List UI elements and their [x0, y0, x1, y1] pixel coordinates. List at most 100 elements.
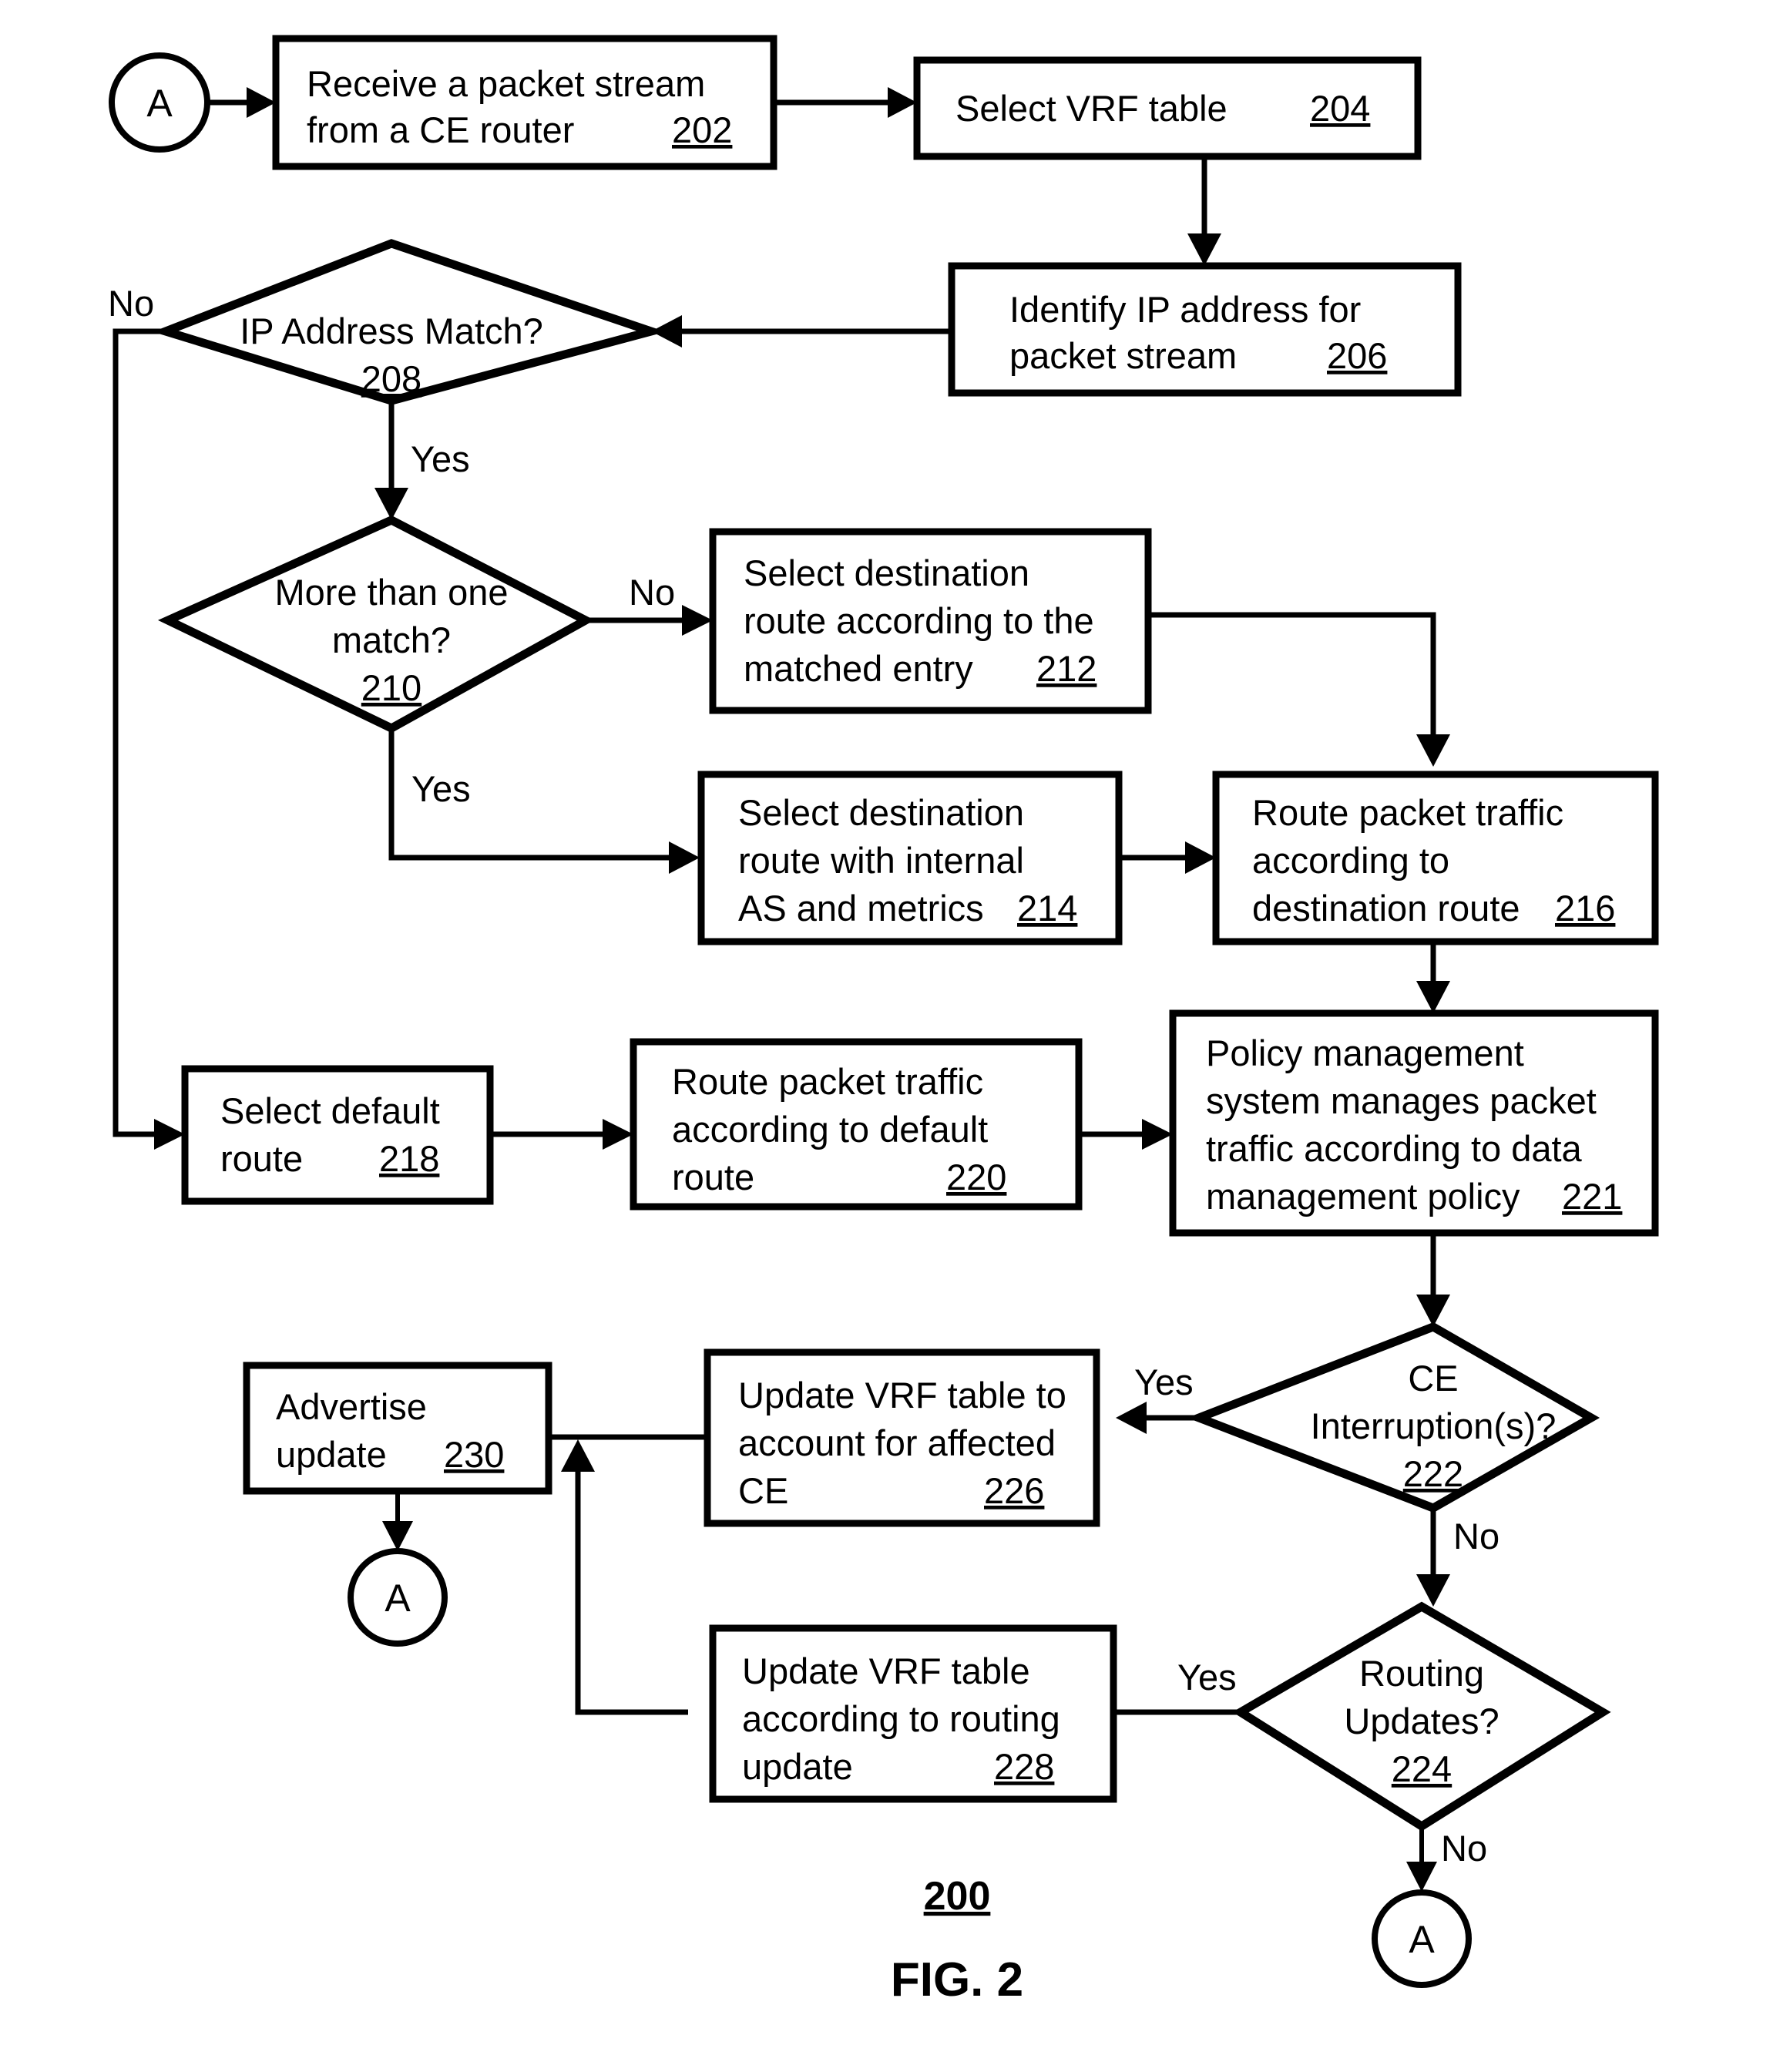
step-228-line2: according to routing [742, 1698, 1060, 1739]
step-218-line1: Select default [220, 1090, 440, 1131]
step-206-line2: packet stream [1009, 335, 1237, 376]
step-214-line1: Select destination [738, 792, 1024, 833]
step-226-line1: Update VRF table to [738, 1375, 1066, 1415]
decision-210-line2: match? [332, 620, 451, 660]
step-216: Route packet traffic according to destin… [1212, 771, 1659, 945]
figure-2-flowchart: A Receive a packet stream from a CE rout… [0, 0, 1790, 2072]
step-221-line1: Policy management [1206, 1033, 1524, 1073]
edge-label-yes-222: Yes [1134, 1362, 1194, 1402]
step-204-line1: Select VRF table [955, 88, 1227, 129]
step-216-line1: Route packet traffic [1252, 792, 1563, 833]
arrowhead-212-to-216 [1416, 734, 1450, 767]
step-230-ref: 230 [444, 1434, 504, 1475]
decision-224-line2: Updates? [1344, 1701, 1499, 1741]
step-221-line3: traffic according to data [1206, 1128, 1583, 1169]
step-202-line1: Receive a packet stream [307, 63, 705, 104]
connector-a-top-label: A [146, 82, 173, 125]
decision-224-ref: 224 [1392, 1748, 1452, 1789]
step-220-line3: route [672, 1157, 754, 1197]
step-221-ref: 221 [1562, 1176, 1622, 1217]
step-206: Identify IP address for packet stream 20… [948, 262, 1462, 397]
step-206-line1: Identify IP address for [1009, 289, 1361, 330]
step-221: Policy management system manages packet … [1169, 1009, 1659, 1237]
arrowhead-a-to-202 [247, 87, 276, 118]
edge-label-no-222: No [1453, 1516, 1500, 1557]
figure-number: 200 [924, 1874, 991, 1919]
step-212: Select destination route according to th… [709, 528, 1152, 714]
step-226: Update VRF table to account for affected… [704, 1348, 1100, 1527]
decision-208: IP Address Match? 208 [153, 239, 666, 405]
arrowhead-224-no-to-a-bottom [1406, 1862, 1437, 1892]
step-204-ref: 204 [1310, 88, 1370, 129]
arrowhead-218-to-220 [603, 1119, 633, 1150]
arrowhead-221-to-222 [1416, 1295, 1450, 1327]
decision-222-line1: CE [1408, 1358, 1458, 1399]
step-212-line3: matched entry [744, 648, 973, 689]
step-221-line4: management policy [1206, 1176, 1520, 1217]
step-202: Receive a packet stream from a CE router… [272, 35, 777, 170]
step-220-line2: according to default [672, 1109, 988, 1150]
step-228-line3: update [742, 1746, 853, 1787]
arrowhead-208-no-to-218 [154, 1119, 185, 1150]
decision-208-line1: IP Address Match? [240, 311, 543, 351]
edge-label-yes-210: Yes [411, 768, 471, 809]
edge-label-no-224: No [1441, 1828, 1487, 1869]
connector-a-top: A [109, 52, 210, 153]
step-202-ref: 202 [672, 109, 732, 150]
step-228-ref: 228 [994, 1746, 1054, 1787]
decision-224: Routing Updates? 224 [1232, 1601, 1611, 1832]
arrowhead-208-yes-to-210 [374, 488, 408, 520]
step-221-line2: system manages packet [1206, 1080, 1597, 1121]
step-216-line3: destination route [1252, 888, 1520, 929]
arrowhead-222-yes-to-226 [1116, 1402, 1147, 1434]
step-230: Advertise update 230 [243, 1362, 552, 1495]
edge-208-no-to-218 [113, 328, 166, 1137]
connector-a-bottom-label: A [1409, 1918, 1435, 1961]
step-212-line2: route according to the [744, 600, 1094, 641]
step-226-ref: 226 [984, 1470, 1044, 1511]
decision-222-ref: 222 [1403, 1453, 1463, 1494]
connector-a-mid-label: A [385, 1577, 411, 1620]
figure-caption: FIG. 2 [891, 1953, 1023, 2007]
arrowhead-216-to-221 [1416, 981, 1450, 1013]
step-228-line1: Update VRF table [742, 1651, 1030, 1691]
arrowhead-230-to-a-mid [382, 1521, 413, 1551]
step-216-line2: according to [1252, 840, 1449, 881]
step-220-ref: 220 [946, 1157, 1006, 1197]
connector-a-mid: A [348, 1548, 448, 1647]
arrowhead-210-yes-to-214 [669, 841, 700, 874]
edge-label-yes-224: Yes [1177, 1657, 1237, 1698]
flowchart-canvas: A Receive a packet stream from a CE rout… [108, 35, 1659, 2007]
step-218-line2: route [220, 1138, 303, 1179]
step-206-ref: 206 [1327, 335, 1387, 376]
step-230-line1: Advertise [276, 1386, 427, 1427]
edge-228-to-advertise-join [575, 1464, 688, 1715]
arrowhead-202-to-204 [888, 87, 917, 118]
step-220: Route packet traffic according to defaul… [630, 1038, 1083, 1211]
step-214-line3: AS and metrics [738, 888, 984, 929]
decision-222-line2: Interruption(s)? [1311, 1405, 1557, 1446]
decision-224-line1: Routing [1359, 1653, 1484, 1694]
step-218-ref: 218 [379, 1138, 439, 1179]
step-228: Update VRF table according to routing up… [709, 1624, 1117, 1803]
decision-210-line1: More than one [274, 572, 508, 613]
arrowhead-220-to-221 [1142, 1119, 1173, 1150]
step-212-line1: Select destination [744, 552, 1029, 593]
step-226-line2: account for affected [738, 1422, 1056, 1463]
arrowhead-210-no-to-212 [682, 605, 713, 636]
arrowhead-214-to-216 [1185, 841, 1216, 874]
step-220-line1: Route packet traffic [672, 1061, 983, 1102]
step-212-ref: 212 [1036, 648, 1097, 689]
step-204: Select VRF table 204 [913, 56, 1422, 160]
step-218: Select default route 218 [181, 1065, 494, 1205]
edge-label-no-210: No [629, 572, 675, 613]
decision-208-ref: 208 [361, 358, 421, 399]
step-226-line3: CE [738, 1470, 788, 1511]
edge-212-to-216 [1148, 612, 1436, 744]
decision-222: CE Interruption(s)? 222 [1187, 1321, 1600, 1513]
step-214-line2: route with internal [738, 840, 1024, 881]
edge-label-yes-208: Yes [411, 438, 470, 479]
connector-a-bottom: A [1372, 1889, 1472, 1988]
step-202-line2: from a CE router [307, 109, 574, 150]
step-216-ref: 216 [1555, 888, 1615, 929]
